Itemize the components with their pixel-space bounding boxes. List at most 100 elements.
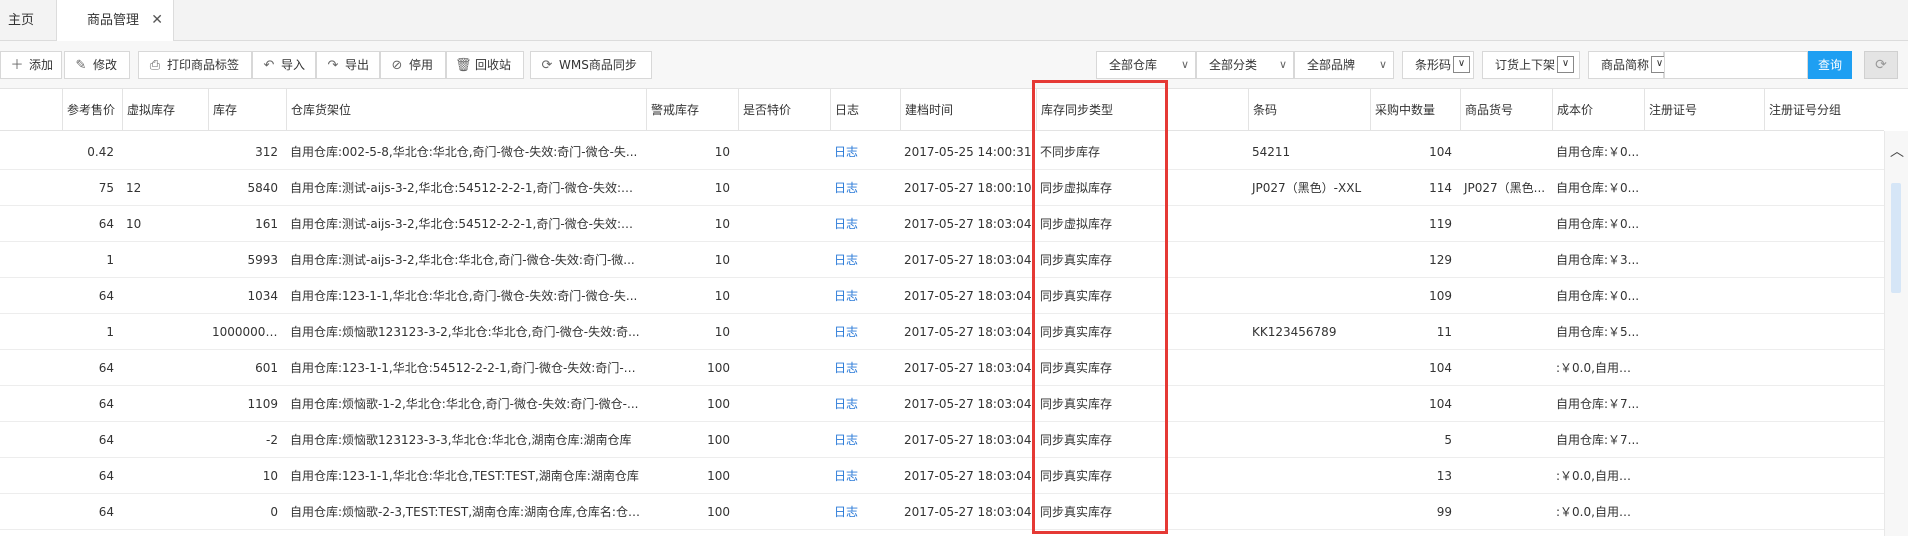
tab-home[interactable]: 主页	[0, 0, 56, 41]
cell-ref-price: 1	[106, 325, 114, 339]
edit-button[interactable]: ✎ 修改	[64, 51, 130, 79]
recycle-bin-button[interactable]: 🗑 回收站	[446, 51, 524, 79]
cell-purchasing: 109	[1429, 289, 1452, 303]
sync-icon: ⟳	[541, 58, 553, 73]
col-cost[interactable]: 成本价	[1552, 89, 1644, 131]
col-virtual-stock[interactable]: 虚拟库存	[122, 89, 208, 131]
log-link[interactable]: 日志	[830, 386, 900, 422]
add-button[interactable]: ＋添加	[0, 51, 62, 79]
category-select[interactable]: 全部分类 ∨	[1196, 51, 1294, 79]
cell-sync-type: 同步虚拟库存	[1040, 181, 1113, 195]
cell-goods-no	[1460, 206, 1552, 242]
search-input[interactable]	[1664, 51, 1808, 79]
table-row[interactable]: 64 1034 自用仓库:123-1-1,华北仓:华北仓,奇门-微仓-失效:奇门…	[0, 278, 1884, 314]
wms-sync-button[interactable]: ⟳ WMS商品同步	[530, 51, 652, 79]
cell-cost: 自用仓库:￥0...	[1556, 217, 1640, 231]
cell-reg-group	[1764, 458, 1884, 494]
col-sync-type[interactable]: 库存同步类型	[1036, 89, 1248, 131]
table-row[interactable]: 64 1109 自用仓库:烦恼歌-1-2,华北仓:华北仓,奇门-微仓-失效:奇门…	[0, 386, 1884, 422]
cell-created: 2017-05-27 18:03:04	[904, 505, 1032, 519]
table-row[interactable]: 75 12 5840 自用仓库:测试-aijs-3-2,华北仓:54512-2-…	[0, 170, 1884, 206]
cell-barcode: KK123456789	[1252, 325, 1337, 339]
cell-stock: 161	[255, 217, 278, 231]
log-link[interactable]: 日志	[830, 314, 900, 350]
cell-sync-type: 同步真实库存	[1040, 469, 1113, 483]
tab-goods[interactable]: 商品管理 ✕	[56, 0, 174, 42]
query-button[interactable]: 查询	[1808, 51, 1852, 79]
col-alert-stock[interactable]: 警戒库存	[646, 89, 738, 131]
cell-stock: 1034	[247, 289, 278, 303]
table-row[interactable]: 1 100000027 自用仓库:烦恼歌123123-3-2,华北仓:华北仓,奇…	[0, 314, 1884, 350]
barcode-select[interactable]: 条形码 ∨	[1402, 51, 1474, 79]
log-link[interactable]: 日志	[830, 422, 900, 458]
cell-location: 自用仓库:烦恼歌123123-3-3,华北仓:华北仓,湖南仓库:湖南仓库	[290, 433, 632, 447]
col-barcode[interactable]: 条码	[1248, 89, 1370, 131]
cell-alert-stock: 100	[707, 433, 730, 447]
col-purchasing[interactable]: 采购中数量	[1370, 89, 1460, 131]
col-stock[interactable]: 库存	[208, 89, 286, 131]
cell-reg-group	[1764, 134, 1884, 170]
cell-cost: :￥0.0,自用仓...	[1556, 469, 1643, 483]
col-created[interactable]: 建档时间	[900, 89, 1036, 131]
cell-is-special	[738, 242, 830, 278]
log-link[interactable]: 日志	[830, 494, 900, 530]
col-is-special[interactable]: 是否特价	[738, 89, 830, 131]
log-link[interactable]: 日志	[830, 170, 900, 206]
log-link[interactable]: 日志	[830, 350, 900, 386]
cell-virtual-stock	[122, 494, 208, 530]
cell-alert-stock: 10	[714, 181, 730, 195]
chevron-up-icon[interactable]: ︿	[1885, 141, 1908, 161]
cell-sync-type: 同步真实库存	[1040, 505, 1113, 519]
cell-purchasing: 13	[1436, 469, 1452, 483]
cell-cost: :￥0.0,自用仓...	[1556, 505, 1643, 519]
disable-button[interactable]: ⊘ 停用	[380, 51, 446, 79]
close-icon[interactable]: ✕	[151, 0, 163, 41]
cell-stock: 100000027	[212, 325, 281, 339]
cell-virtual-stock: 12	[126, 181, 142, 195]
cell-reg-group	[1764, 350, 1884, 386]
refresh-button[interactable]: ⟳	[1864, 51, 1898, 79]
log-link[interactable]: 日志	[830, 242, 900, 278]
cell-ref-price: 64	[98, 397, 114, 411]
table-row[interactable]: 64 0 自用仓库:烦恼歌-2-3,TEST:TEST,湖南仓库:湖南仓库,仓库…	[0, 494, 1884, 530]
trash-icon: 🗑	[455, 58, 472, 73]
col-location[interactable]: 仓库货架位	[286, 89, 646, 131]
cell-goods-no	[1460, 314, 1552, 350]
print-label-button[interactable]: ⎙ 打印商品标签	[138, 51, 252, 79]
cell-virtual-stock: 10	[126, 217, 142, 231]
cell-purchasing: 11	[1436, 325, 1452, 339]
log-link[interactable]: 日志	[830, 206, 900, 242]
cell-alert-stock: 10	[714, 289, 730, 303]
table-row[interactable]: 64 10 自用仓库:123-1-1,华北仓:华北仓,TEST:TEST,湖南仓…	[0, 458, 1884, 494]
cell-ref-price: 64	[98, 361, 114, 375]
vertical-scrollbar[interactable]: ︿	[1884, 131, 1908, 536]
cell-reg-no	[1644, 206, 1764, 242]
scroll-thumb[interactable]	[1891, 183, 1901, 293]
cell-purchasing: 5	[1444, 433, 1452, 447]
cell-is-special	[738, 458, 830, 494]
col-reg-no[interactable]: 注册证号	[1644, 89, 1764, 131]
export-button[interactable]: ↷ 导出	[316, 51, 380, 79]
col-goods-no[interactable]: 商品货号	[1460, 89, 1552, 131]
import-button[interactable]: ↶ 导入	[252, 51, 316, 79]
cell-ref-price: 64	[98, 289, 114, 303]
log-link[interactable]: 日志	[830, 278, 900, 314]
cell-location: 自用仓库:123-1-1,华北仓:华北仓,TEST:TEST,湖南仓库:湖南仓库	[290, 469, 639, 483]
table-row[interactable]: 64 10 161 自用仓库:测试-aijs-3-2,华北仓:54512-2-2…	[0, 206, 1884, 242]
cell-purchasing: 114	[1429, 181, 1452, 195]
log-link[interactable]: 日志	[830, 134, 900, 170]
col-reg-group[interactable]: 注册证号分组	[1764, 89, 1884, 131]
col-log[interactable]: 日志	[830, 89, 900, 131]
table-row[interactable]: 64 -2 自用仓库:烦恼歌123123-3-3,华北仓:华北仓,湖南仓库:湖南…	[0, 422, 1884, 458]
brand-select[interactable]: 全部品牌 ∨	[1294, 51, 1394, 79]
table-row[interactable]: 1 5993 自用仓库:测试-aijs-3-2,华北仓:华北仓,奇门-微仓-失效…	[0, 242, 1884, 278]
tab-goods-label: 商品管理	[87, 13, 140, 28]
table-row[interactable]: 64 601 自用仓库:123-1-1,华北仓:54512-2-2-1,奇门-微…	[0, 350, 1884, 386]
log-link[interactable]: 日志	[830, 458, 900, 494]
order-shelf-select[interactable]: 订货上下架 ∨	[1482, 51, 1580, 79]
goods-abbr-select[interactable]: 商品简称 ∨	[1588, 51, 1669, 79]
warehouse-select[interactable]: 全部仓库 ∨	[1096, 51, 1196, 79]
table-row[interactable]: 0.42 312 自用仓库:002-5-8,华北仓:华北仓,奇门-微仓-失效:奇…	[0, 134, 1884, 170]
col-ref-price[interactable]: 参考售价	[62, 89, 122, 131]
cell-goods-no	[1460, 386, 1552, 422]
